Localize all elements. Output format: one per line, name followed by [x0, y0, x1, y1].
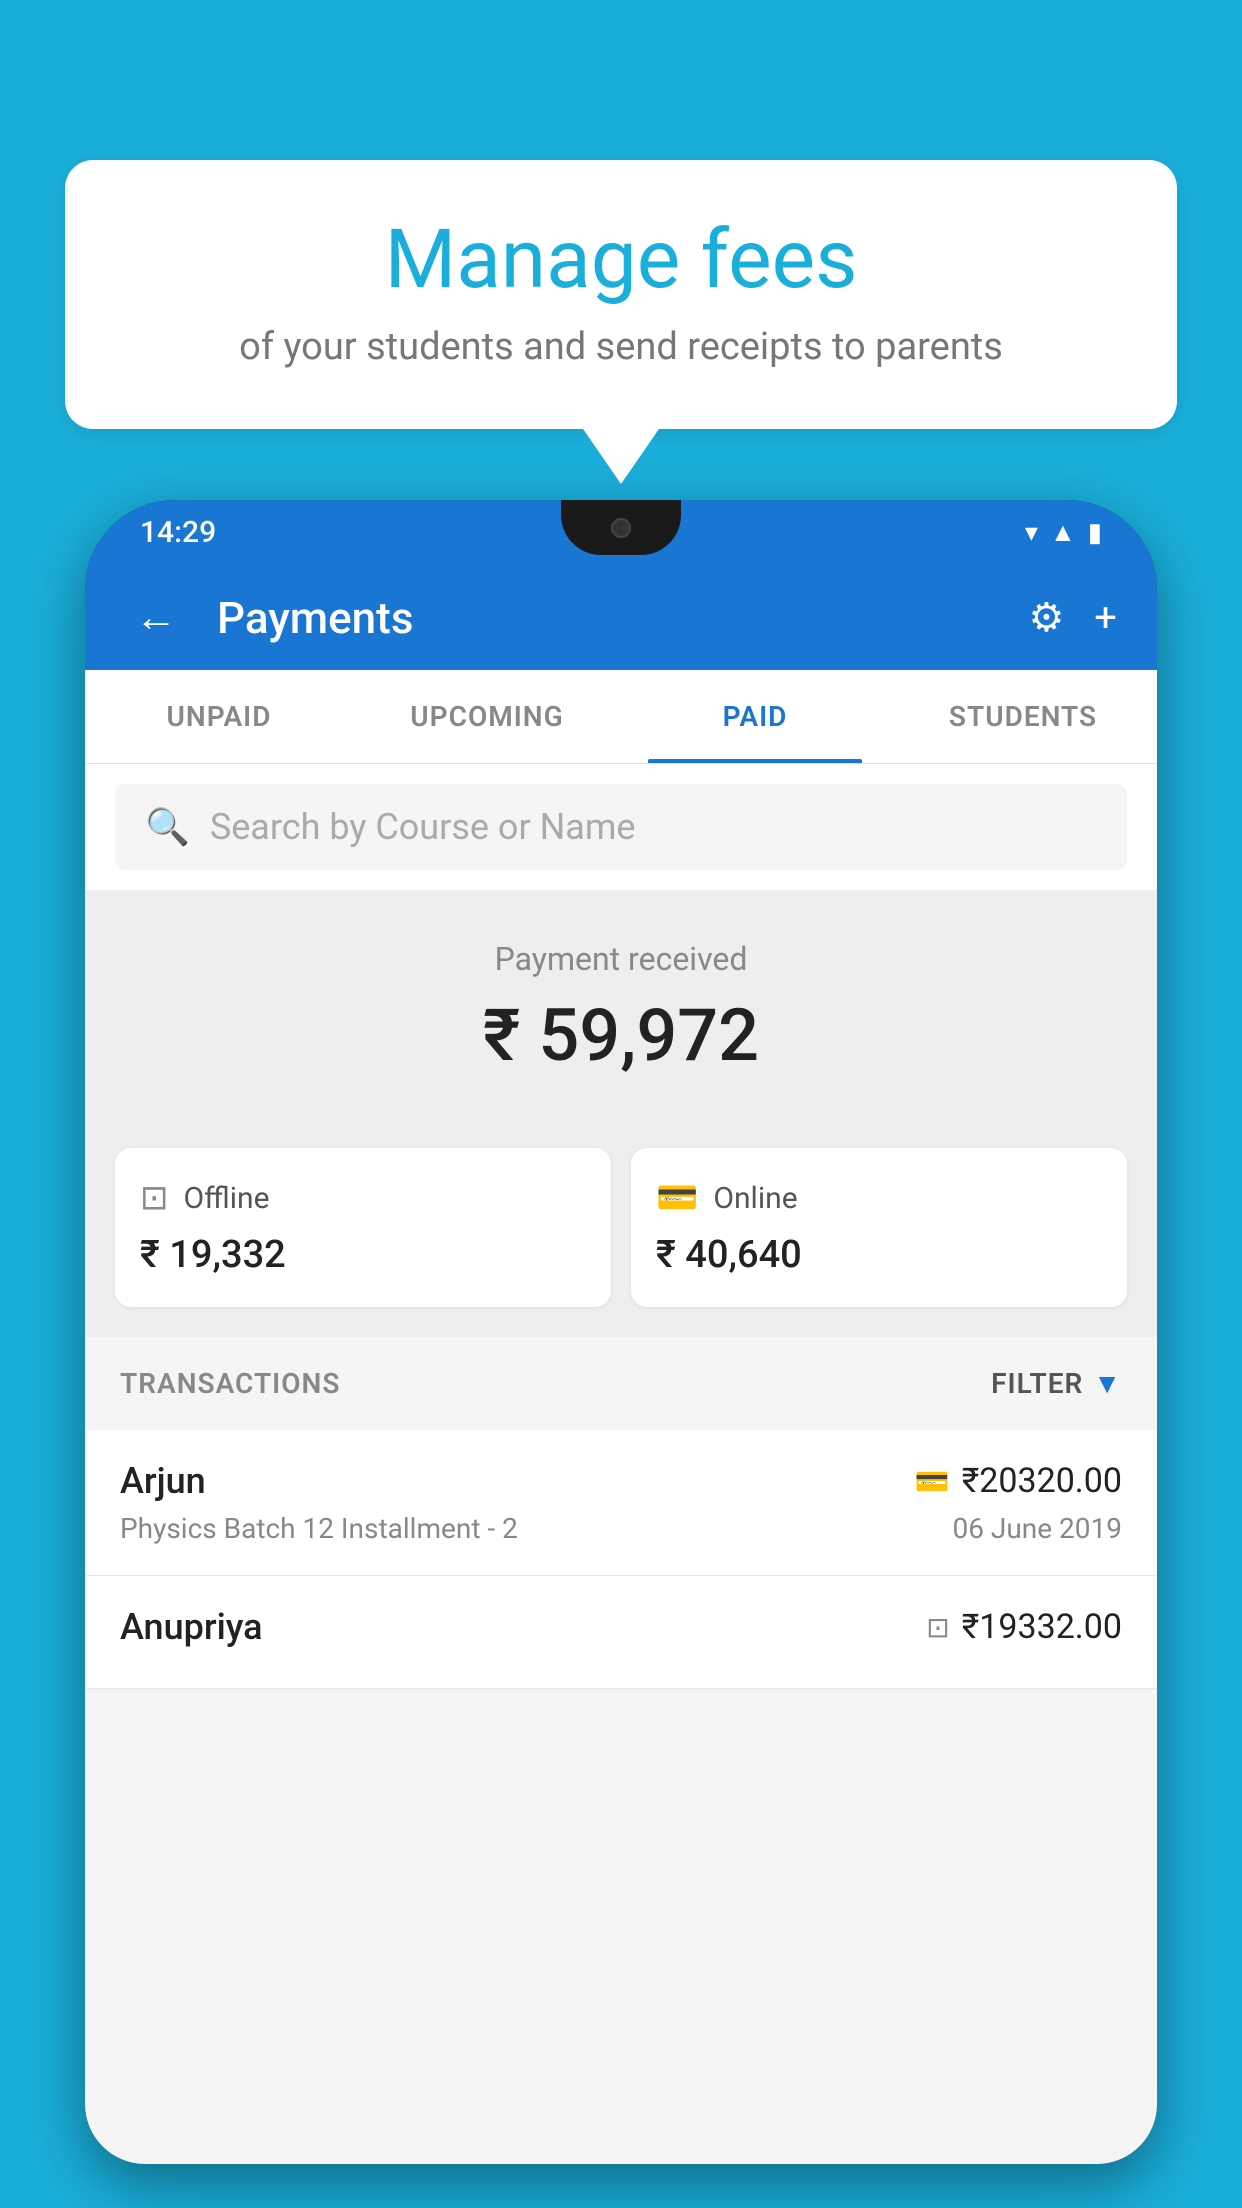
online-label: Online	[713, 1181, 797, 1216]
search-input-container[interactable]: 🔍 Search by Course or Name	[115, 784, 1127, 870]
payment-cards: ⊡ Offline ₹ 19,332 💳 Online ₹ 40,640	[85, 1118, 1157, 1337]
transaction-row[interactable]: Anupriya ⊡ ₹19332.00	[85, 1576, 1157, 1689]
transaction-amount: 💳 ₹20320.00	[915, 1461, 1122, 1501]
back-button[interactable]: ←	[125, 583, 187, 652]
tab-students[interactable]: STUDENTS	[889, 670, 1157, 763]
speech-bubble-section: Manage fees of your students and send re…	[65, 160, 1177, 429]
phone-mockup: 14:29 ▾ ▲ ▮ ← Payments ⚙ +	[85, 500, 1157, 2208]
offline-card-header: ⊡ Offline	[140, 1178, 586, 1218]
transaction-amount: ⊡ ₹19332.00	[926, 1607, 1122, 1647]
online-card-header: 💳 Online	[656, 1178, 1102, 1218]
speech-bubble: Manage fees of your students and send re…	[65, 160, 1177, 429]
transaction-row[interactable]: Arjun 💳 ₹20320.00 Physics Batch 12 Insta…	[85, 1430, 1157, 1576]
tab-paid[interactable]: PAID	[621, 670, 889, 763]
add-icon[interactable]: +	[1094, 594, 1117, 641]
online-card: 💳 Online ₹ 40,640	[631, 1148, 1127, 1307]
payment-amount: ₹ 59,972	[115, 993, 1127, 1078]
transaction-course: Physics Batch 12 Installment - 2	[120, 1512, 518, 1545]
camera	[611, 518, 631, 538]
bubble-subtitle: of your students and send receipts to pa…	[125, 325, 1117, 369]
amount-value: ₹19332.00	[962, 1607, 1122, 1647]
status-icons: ▾ ▲ ▮	[1025, 517, 1102, 548]
offline-payment-icon: ⊡	[926, 1611, 949, 1644]
search-input[interactable]: Search by Course or Name	[210, 806, 636, 848]
filter-icon: ▼	[1093, 1367, 1122, 1400]
transaction-bottom: Physics Batch 12 Installment - 2 06 June…	[120, 1512, 1122, 1545]
transactions-header: TRANSACTIONS FILTER ▼	[85, 1337, 1157, 1430]
status-time: 14:29	[140, 515, 216, 550]
tab-upcoming[interactable]: UPCOMING	[353, 670, 621, 763]
phone-screen: 14:29 ▾ ▲ ▮ ← Payments ⚙ +	[85, 500, 1157, 2164]
tab-unpaid[interactable]: UNPAID	[85, 670, 353, 763]
battery-icon: ▮	[1088, 518, 1102, 548]
card-payment-icon: 💳	[915, 1465, 950, 1498]
amount-value: ₹20320.00	[962, 1461, 1122, 1501]
offline-amount: ₹ 19,332	[140, 1233, 586, 1277]
tabs-container: UNPAID UPCOMING PAID STUDENTS	[85, 670, 1157, 764]
offline-label: Offline	[184, 1181, 270, 1216]
filter-label: FILTER	[991, 1367, 1083, 1400]
status-bar: 14:29 ▾ ▲ ▮	[85, 500, 1157, 565]
signal-icon: ▲	[1050, 517, 1076, 548]
app-bar: ← Payments ⚙ +	[85, 565, 1157, 670]
app-bar-actions: ⚙ +	[1028, 594, 1117, 641]
search-icon: 🔍	[145, 806, 190, 848]
transaction-name: Anupriya	[120, 1606, 263, 1648]
transaction-top: Anupriya ⊡ ₹19332.00	[120, 1606, 1122, 1648]
online-icon: 💳	[656, 1178, 698, 1218]
phone-frame: 14:29 ▾ ▲ ▮ ← Payments ⚙ +	[85, 500, 1157, 2164]
online-amount: ₹ 40,640	[656, 1233, 1102, 1277]
payment-label: Payment received	[115, 940, 1127, 978]
filter-button[interactable]: FILTER ▼	[991, 1367, 1122, 1400]
payment-received-section: Payment received ₹ 59,972	[85, 890, 1157, 1118]
bubble-title: Manage fees	[125, 215, 1117, 305]
search-bar: 🔍 Search by Course or Name	[85, 764, 1157, 890]
app-bar-title: Payments	[217, 592, 998, 644]
transactions-label: TRANSACTIONS	[120, 1367, 340, 1400]
offline-card: ⊡ Offline ₹ 19,332	[115, 1148, 611, 1307]
transaction-date: 06 June 2019	[952, 1512, 1122, 1545]
wifi-icon: ▾	[1025, 518, 1038, 548]
offline-icon: ⊡	[140, 1178, 169, 1218]
app-content: 🔍 Search by Course or Name Payment recei…	[85, 764, 1157, 2164]
transaction-name: Arjun	[120, 1460, 206, 1502]
notch	[561, 500, 681, 555]
transaction-top: Arjun 💳 ₹20320.00	[120, 1460, 1122, 1502]
settings-icon[interactable]: ⚙	[1028, 594, 1064, 641]
